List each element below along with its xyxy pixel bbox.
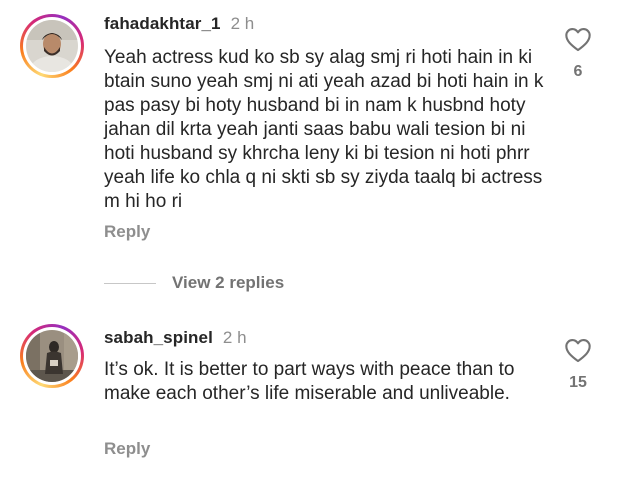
heart-outline-icon[interactable]: [564, 26, 592, 57]
view-replies-button[interactable]: View 2 replies: [104, 273, 284, 293]
avatar: [26, 330, 78, 382]
like-count: 6: [573, 63, 583, 80]
view-replies-label: View 2 replies: [172, 273, 285, 292]
reply-button[interactable]: Reply: [104, 222, 150, 242]
reply-button[interactable]: Reply: [104, 439, 150, 459]
like-count: 15: [569, 374, 587, 391]
avatar: [26, 20, 78, 72]
heart-outline-icon[interactable]: [564, 337, 592, 368]
avatar-story-ring[interactable]: [20, 14, 84, 78]
avatar-story-ring[interactable]: [20, 324, 84, 388]
username[interactable]: fahadakhtar_1: [104, 14, 221, 34]
comment-text: It’s ok. It is better to part ways with …: [104, 359, 515, 404]
like-column: 15: [560, 337, 596, 392]
username[interactable]: sabah_spinel: [104, 328, 213, 348]
comment-text: Yeah actress kud ko sb sy alag smj ri ho…: [104, 47, 544, 212]
timestamp: 2 h: [230, 14, 255, 33]
divider-line: [104, 282, 156, 284]
comment-meta: sabah_spinel 2 h: [104, 328, 247, 348]
comment-meta: fahadakhtar_1 2 h: [104, 14, 254, 34]
timestamp: 2 h: [222, 328, 247, 347]
like-column: 6: [560, 26, 596, 81]
